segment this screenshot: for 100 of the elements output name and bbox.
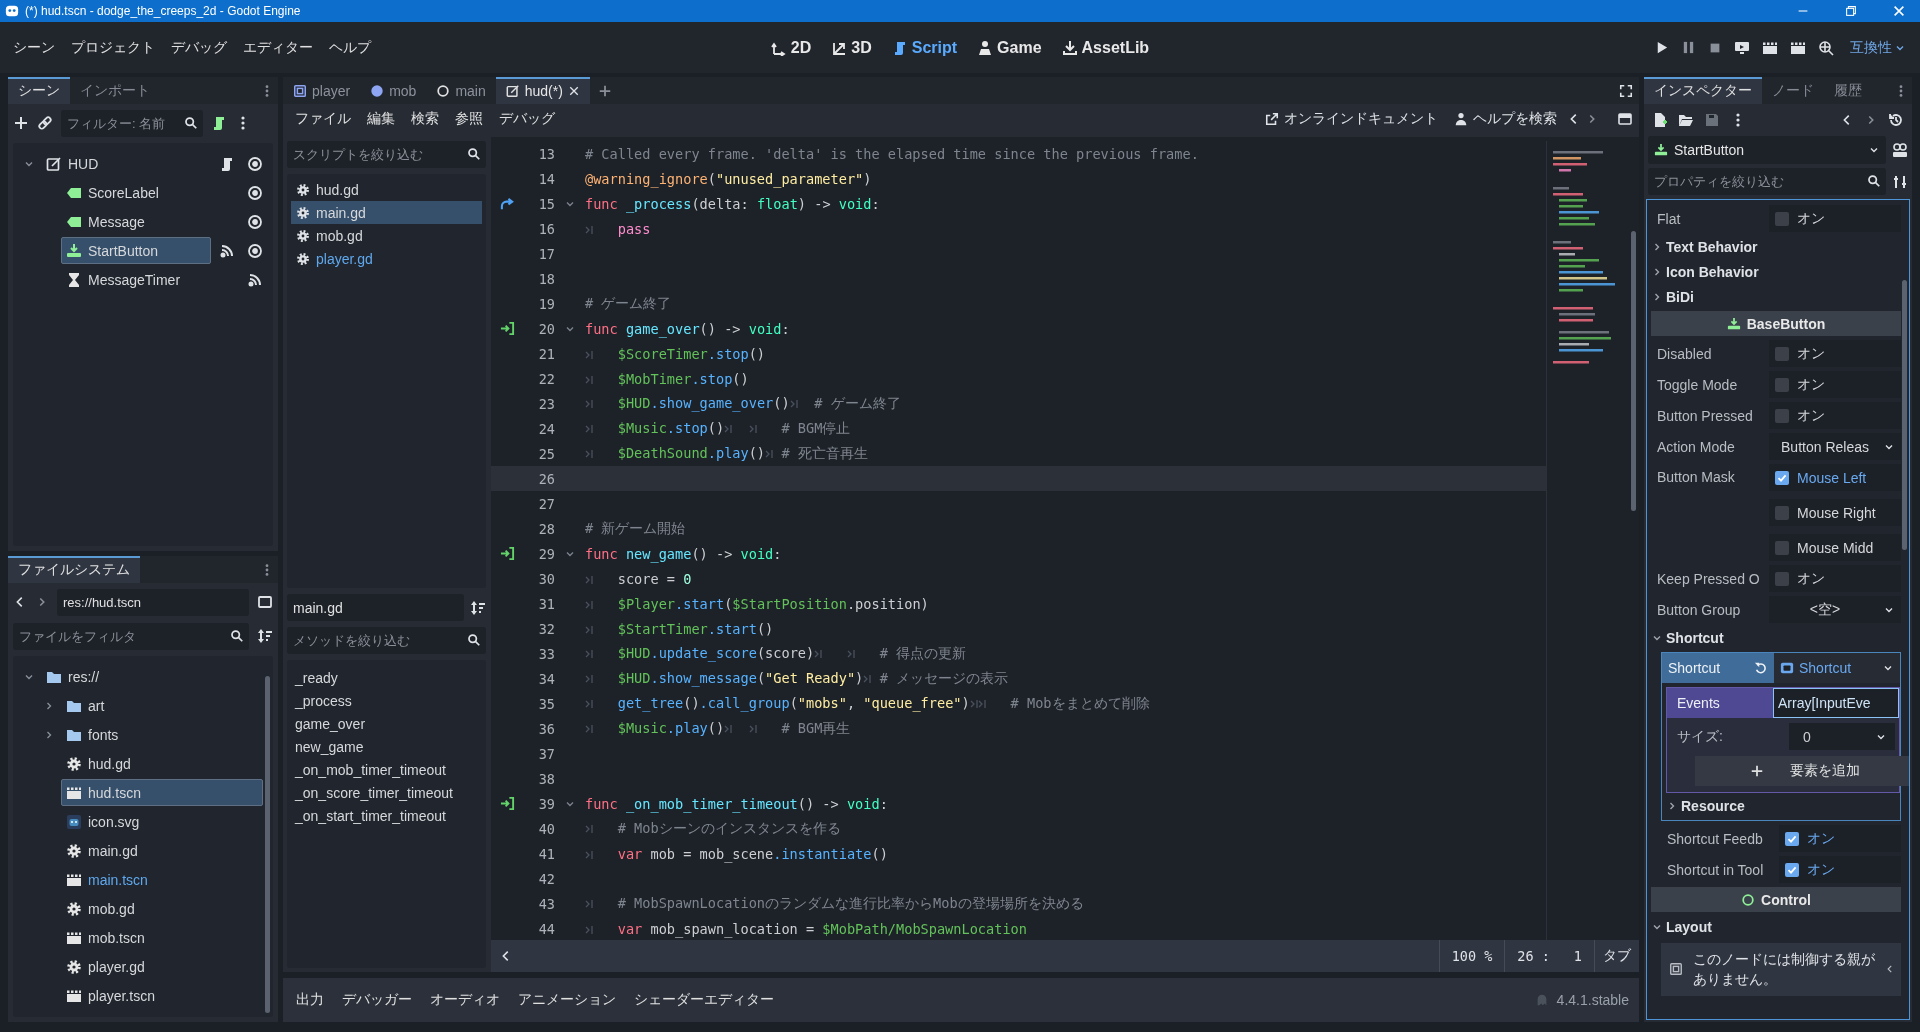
workspace-button[interactable]: 3D: [826, 34, 877, 61]
signal-connection-icon[interactable]: [500, 546, 515, 561]
menu-item[interactable]: シーン: [6, 33, 62, 62]
panel-tab[interactable]: インポート: [70, 77, 160, 104]
checkbox[interactable]: [1775, 470, 1789, 485]
save-icon[interactable]: [1704, 112, 1720, 128]
link-icon[interactable]: [37, 115, 53, 131]
property-group[interactable]: Resource: [1666, 793, 1745, 818]
method-item[interactable]: _on_start_timer_timeout: [291, 804, 482, 827]
tree-item[interactable]: player.tscn: [61, 982, 263, 1009]
new-resource-icon[interactable]: [1652, 112, 1668, 128]
property-group[interactable]: Layout: [1651, 914, 1712, 939]
pause-icon[interactable]: [1681, 40, 1696, 55]
checkbox[interactable]: [1775, 346, 1789, 361]
signal-icon[interactable]: [247, 271, 263, 288]
resource-picker[interactable]: Shortcut: [1774, 653, 1900, 683]
attach-script-icon[interactable]: [211, 115, 227, 131]
property-group[interactable]: Text Behavior: [1651, 234, 1758, 259]
script-item[interactable]: hud.gd: [291, 178, 482, 201]
menu-item[interactable]: デバッグ: [493, 107, 561, 131]
menu-item[interactable]: エディター: [236, 33, 320, 62]
sort-icon[interactable]: [257, 628, 273, 644]
layout-toggle-icon[interactable]: [257, 594, 273, 610]
history-icon[interactable]: [1888, 112, 1904, 128]
renderer-dropdown[interactable]: 互換性: [1846, 35, 1910, 60]
new-tab-icon[interactable]: [597, 83, 612, 98]
monitor-icon[interactable]: [1734, 39, 1750, 56]
bottom-panel-tab[interactable]: デバッガー: [335, 986, 419, 1014]
method-item[interactable]: _process: [291, 689, 482, 712]
open-folder-icon[interactable]: [1678, 112, 1694, 128]
bottom-panel-tab[interactable]: 出力: [289, 986, 331, 1014]
tree-item[interactable]: Message: [61, 208, 239, 235]
tree-item[interactable]: mob.gd: [61, 895, 263, 922]
checkbox[interactable]: [1775, 540, 1789, 555]
script-item[interactable]: player.gd: [291, 247, 482, 270]
tree-item[interactable]: main.gd: [61, 837, 263, 864]
tree-item[interactable]: MessageTimer: [61, 266, 239, 293]
tree-item[interactable]: StartButton: [61, 237, 211, 264]
bottom-panel-tab[interactable]: シェーダーエディター: [627, 986, 781, 1014]
panel-tab[interactable]: ノード: [1762, 77, 1824, 104]
tree-item[interactable]: ScoreLabel: [61, 179, 239, 206]
number-field[interactable]: 0: [1789, 723, 1895, 750]
menu-item[interactable]: ファイル: [289, 107, 357, 131]
workspace-button[interactable]: Script: [886, 34, 963, 61]
tree-item[interactable]: fonts: [61, 721, 263, 748]
filter-field[interactable]: スクリプトを絞り込む: [287, 141, 486, 168]
signal-icon[interactable]: [219, 242, 235, 259]
editor-tab[interactable]: hud(*): [495, 77, 590, 104]
method-item[interactable]: game_over: [291, 712, 482, 735]
fullscreen-icon[interactable]: [1619, 83, 1633, 98]
menu-item[interactable]: プロジェクト: [64, 33, 162, 62]
tools-icon[interactable]: [1892, 173, 1908, 190]
method-item[interactable]: _ready: [291, 666, 482, 689]
scrollbar[interactable]: [1902, 280, 1907, 550]
checkbox[interactable]: [1775, 211, 1789, 226]
method-item[interactable]: new_game: [291, 735, 482, 758]
checkbox[interactable]: [1775, 571, 1789, 586]
close-icon[interactable]: [567, 84, 580, 97]
zoom-level[interactable]: 100 %: [1438, 940, 1505, 972]
panel-tab[interactable]: ファイルシステム: [8, 556, 140, 583]
sort-icon[interactable]: [470, 599, 486, 616]
editor-tab[interactable]: main: [426, 77, 496, 104]
eye-icon[interactable]: [247, 184, 263, 201]
close-icon[interactable]: [1892, 4, 1906, 18]
tree-item[interactable]: hud.gd: [61, 750, 263, 777]
script-item[interactable]: main.gd: [291, 201, 482, 224]
scrollbar[interactable]: [1630, 231, 1636, 511]
checkbox[interactable]: [1785, 831, 1799, 846]
tree-item[interactable]: main.tscn: [61, 866, 263, 893]
checkbox[interactable]: [1775, 505, 1789, 520]
bottom-panel-tab[interactable]: アニメーション: [511, 986, 623, 1014]
tree-item[interactable]: player.gd: [61, 953, 263, 980]
help-link[interactable]: ヘルプを検索: [1448, 107, 1563, 131]
menu-item[interactable]: ヘルプ: [322, 33, 378, 62]
tree-item[interactable]: res://: [41, 663, 263, 690]
checkbox[interactable]: [1775, 377, 1789, 392]
method-item[interactable]: _on_score_timer_timeout: [291, 781, 482, 804]
menu-item[interactable]: 編集: [361, 107, 401, 131]
property-group[interactable]: Icon Behavior: [1651, 259, 1759, 284]
signal-connection-icon[interactable]: [500, 321, 515, 336]
panel-tab[interactable]: シーン: [8, 77, 70, 104]
checkbox[interactable]: [1785, 862, 1799, 877]
path-field[interactable]: res://hud.tscn: [57, 588, 249, 616]
bottom-panel-tab[interactable]: オーディオ: [423, 986, 507, 1014]
checkbox[interactable]: [1775, 408, 1789, 423]
method-item[interactable]: _on_mob_timer_timeout: [291, 758, 482, 781]
workspace-button[interactable]: 2D: [765, 34, 817, 61]
filter-field[interactable]: フィルター: 名前: [61, 109, 203, 137]
help-link[interactable]: オンラインドキュメント: [1259, 107, 1444, 131]
filter-field[interactable]: ファイルをフィルタ: [13, 622, 249, 650]
array-button[interactable]: Array[InputEve: [1773, 688, 1899, 718]
eye-icon[interactable]: [247, 213, 263, 230]
editor-tab[interactable]: player: [283, 77, 361, 104]
script-item[interactable]: mob.gd: [291, 224, 482, 247]
menu-item[interactable]: 参照: [449, 107, 489, 131]
tree-item[interactable]: mob.tscn: [61, 924, 263, 951]
menu-item[interactable]: デバッグ: [164, 33, 234, 62]
restore-icon[interactable]: [1844, 4, 1858, 18]
signal-connection-icon[interactable]: [500, 796, 515, 811]
scrollbar[interactable]: [265, 676, 270, 1013]
